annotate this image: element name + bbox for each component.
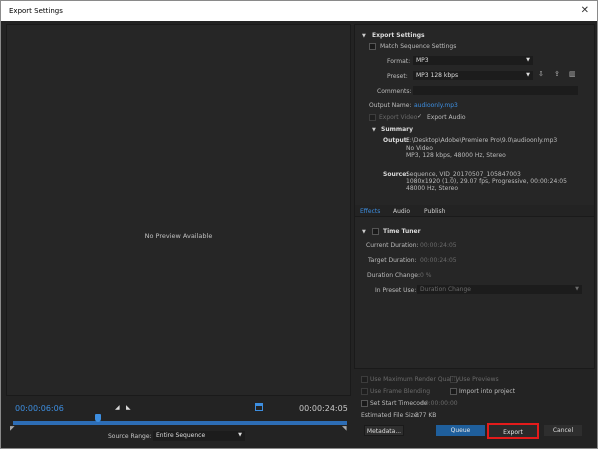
comments-label: Comments: bbox=[377, 88, 412, 95]
export-button[interactable]: Export bbox=[487, 423, 539, 439]
preset-label: Preset: bbox=[387, 73, 408, 80]
end-timecode: 00:00:24:05 bbox=[299, 404, 348, 413]
chevron-down-icon: ▼ bbox=[575, 286, 579, 292]
frame-blending-label: Use Frame Blending bbox=[370, 388, 431, 395]
max-render-quality-label: Use Maximum Render Quality bbox=[370, 376, 460, 383]
duration-change-value[interactable]: 0 % bbox=[420, 272, 431, 279]
current-duration-value: 00:00:24:05 bbox=[420, 242, 457, 249]
mark-out-icon[interactable]: ◣ bbox=[126, 404, 131, 411]
mark-in-icon[interactable]: ◢ bbox=[115, 404, 120, 411]
time-tuner-triangle-icon[interactable]: ▼ bbox=[362, 229, 366, 235]
work-area-start-icon[interactable]: ◤ bbox=[10, 425, 15, 432]
summary-output-line: MP3, 128 kbps, 48000 Hz, Stereo bbox=[406, 152, 506, 159]
playhead-handle[interactable] bbox=[95, 414, 101, 422]
save-preset-icon[interactable]: ⇩ bbox=[538, 70, 544, 78]
frame-blending-checkbox[interactable] bbox=[361, 388, 368, 395]
time-tuner-header: Time Tuner bbox=[383, 228, 421, 235]
start-timecode-value[interactable]: 00:00:00:00 bbox=[421, 400, 458, 407]
summary-source-line: 48000 Hz, Stereo bbox=[406, 185, 459, 192]
work-area-end-icon[interactable]: ◥ bbox=[342, 425, 347, 432]
summary-output-line: No Video bbox=[406, 145, 433, 152]
trash-icon[interactable]: ▥ bbox=[569, 70, 576, 78]
metadata-button[interactable]: Metadata... bbox=[364, 425, 404, 436]
current-duration-label: Current Duration: bbox=[366, 242, 419, 249]
summary-source-line: 1080x1920 (1.0), 29.07 fps, Progressive,… bbox=[406, 178, 567, 185]
close-icon[interactable]: ✕ bbox=[581, 5, 589, 16]
estimated-file-size-value: 377 KB bbox=[415, 412, 437, 419]
summary-header: Summary bbox=[381, 126, 414, 133]
export-settings-header: Export Settings bbox=[372, 32, 425, 39]
tab-publish[interactable]: Publish bbox=[424, 208, 445, 215]
import-preset-icon[interactable]: ⇪ bbox=[554, 70, 560, 78]
chevron-down-icon: ▼ bbox=[238, 432, 242, 438]
comments-field[interactable] bbox=[413, 86, 578, 95]
use-previews-label: Use Previews bbox=[459, 376, 499, 383]
timeline-bar[interactable] bbox=[13, 421, 347, 425]
current-timecode[interactable]: 00:00:06:06 bbox=[15, 404, 64, 413]
format-label: Format: bbox=[387, 58, 411, 65]
export-settings-window: Export Settings ✕ No Preview Available 0… bbox=[0, 0, 598, 449]
export-audio-checkbox[interactable]: ✓ bbox=[417, 113, 422, 120]
window-title: Export Settings bbox=[9, 7, 63, 15]
target-duration-label: Target Duration: bbox=[368, 257, 417, 264]
target-duration-value[interactable]: 00:00:24:05 bbox=[420, 257, 457, 264]
output-name-label: Output Name: bbox=[369, 102, 412, 109]
import-into-project-checkbox[interactable] bbox=[450, 388, 457, 395]
summary-source-line: Sequence, VID_20170507_105847003 bbox=[406, 171, 521, 178]
chevron-down-icon: ▼ bbox=[526, 57, 530, 63]
summary-output-line: E:\Desktop\Adobe\Premiere Pro\9.0\audioo… bbox=[406, 137, 558, 144]
export-video-label: Export Video bbox=[379, 114, 418, 121]
format-select[interactable]: MP3 ▼ bbox=[413, 56, 533, 65]
time-tuner-checkbox[interactable] bbox=[372, 228, 379, 235]
in-preset-use-select[interactable]: Duration Change ▼ bbox=[417, 285, 582, 294]
max-render-quality-checkbox[interactable] bbox=[361, 376, 368, 383]
set-start-timecode-label: Set Start Timecode bbox=[370, 400, 428, 407]
estimated-file-size-label: Estimated File Size: bbox=[361, 412, 420, 419]
chevron-down-icon: ▼ bbox=[526, 72, 530, 78]
export-audio-label: Export Audio bbox=[427, 114, 466, 121]
queue-button[interactable]: Queue bbox=[436, 425, 485, 436]
use-previews-checkbox[interactable] bbox=[450, 376, 457, 383]
summary-source-label: Source: bbox=[383, 171, 409, 178]
fit-frame-icon[interactable] bbox=[255, 403, 263, 411]
preset-select[interactable]: MP3 128 kbps ▼ bbox=[413, 71, 533, 80]
title-bar: Export Settings ✕ bbox=[1, 1, 597, 21]
tab-audio[interactable]: Audio bbox=[393, 208, 410, 215]
match-sequence-label: Match Sequence Settings bbox=[380, 43, 457, 50]
set-start-timecode-checkbox[interactable] bbox=[361, 400, 368, 407]
preview-area: No Preview Available bbox=[6, 24, 351, 396]
source-range-select[interactable]: Entire Sequence ▼ bbox=[153, 431, 245, 441]
import-into-project-label: Import into project bbox=[459, 388, 516, 395]
summary-triangle-icon[interactable]: ▼ bbox=[372, 127, 376, 133]
in-preset-use-label: In Preset Use: bbox=[375, 287, 417, 294]
tab-effects[interactable]: Effects bbox=[360, 208, 380, 215]
source-range-label: Source Range: bbox=[108, 433, 152, 440]
output-name-link[interactable]: audioonly.mp3 bbox=[414, 102, 458, 109]
settings-tabs: Effects Audio Publish bbox=[355, 205, 594, 217]
export-video-checkbox[interactable] bbox=[369, 114, 376, 121]
no-preview-text: No Preview Available bbox=[144, 232, 213, 240]
collapse-triangle-icon[interactable]: ▼ bbox=[362, 33, 366, 39]
match-sequence-checkbox[interactable] bbox=[369, 43, 376, 50]
settings-panel: ▼ Export Settings Match Sequence Setting… bbox=[354, 24, 595, 369]
cancel-button[interactable]: Cancel bbox=[544, 425, 582, 436]
duration-change-label: Duration Change: bbox=[367, 272, 420, 279]
